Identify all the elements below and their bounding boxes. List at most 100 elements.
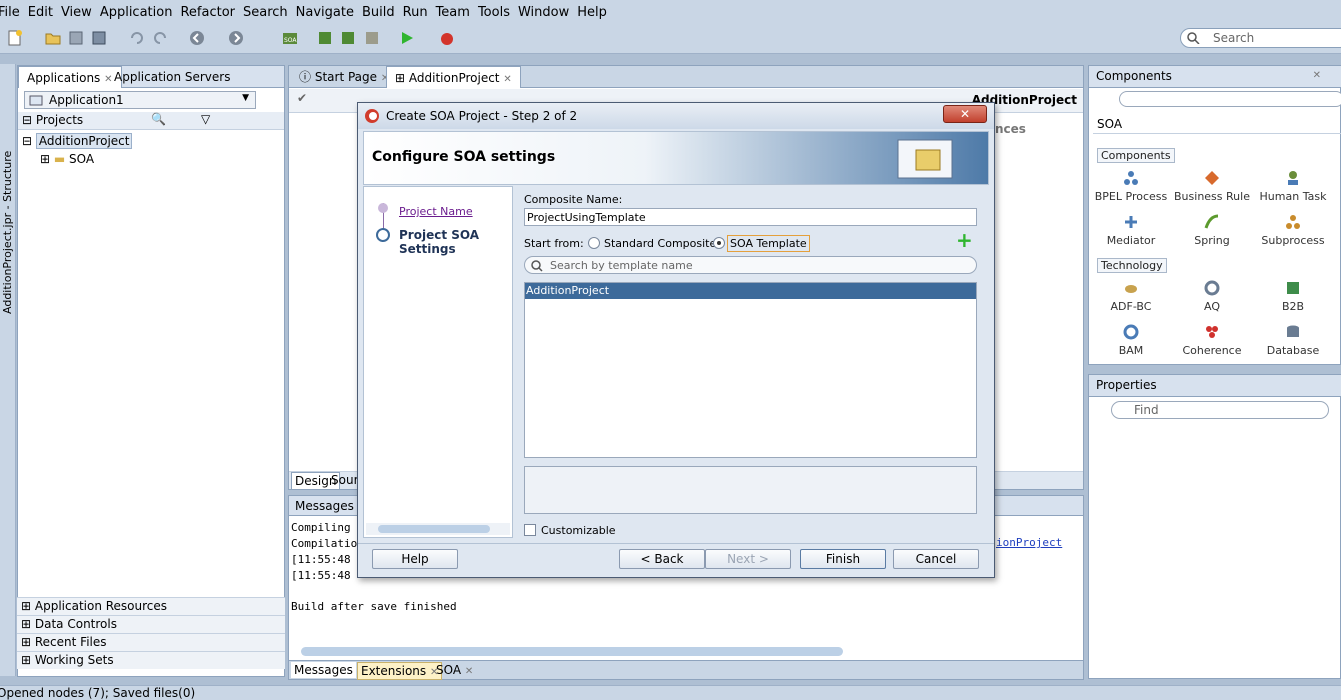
messages-log: Compiling Compilatio [11:55:48 [11:55:48 [291, 521, 358, 582]
template-search-input[interactable]: Search by template name [524, 256, 977, 274]
project-link[interactable]: ionProject [996, 536, 1062, 549]
undo-icon[interactable] [128, 29, 146, 47]
zoom-icon[interactable]: 🔍 [151, 112, 166, 126]
tab-messages[interactable]: Messages [291, 662, 356, 678]
redo-icon[interactable] [151, 29, 169, 47]
radio-soa-template[interactable] [713, 237, 725, 249]
forward-nav-icon[interactable] [227, 29, 245, 47]
next-button[interactable]: Next > [705, 549, 791, 569]
b2b-icon [1287, 282, 1299, 294]
component-subprocess[interactable]: Subprocess [1253, 214, 1333, 247]
template-item-selected[interactable]: AdditionProject [525, 283, 976, 299]
menu-help[interactable]: Help [577, 5, 615, 20]
template-list[interactable]: AdditionProject [524, 282, 977, 458]
menu-view[interactable]: View [61, 5, 100, 20]
close-icon[interactable]: ✕ [1313, 70, 1321, 81]
back-button[interactable]: < Back [619, 549, 705, 569]
menu-tools[interactable]: Tools [478, 5, 518, 20]
menu-edit[interactable]: Edit [28, 5, 61, 20]
finish-button[interactable]: Finish [800, 549, 886, 569]
component-coherence[interactable]: Coherence [1172, 324, 1252, 357]
global-search-input[interactable]: Search [1180, 28, 1341, 48]
component-database[interactable]: Database [1253, 324, 1333, 357]
section-working-sets[interactable]: ⊞ Working Sets [17, 651, 285, 669]
clean-icon[interactable] [363, 29, 381, 47]
radio-standard-composite[interactable] [588, 237, 600, 249]
component-adf-bc[interactable]: ADF-BC [1091, 280, 1171, 313]
soa-template-label[interactable]: SOA Template [727, 235, 810, 252]
customizable-label[interactable]: Customizable [541, 524, 616, 537]
properties-find-input[interactable]: Find [1111, 401, 1329, 419]
menu-window[interactable]: Window [518, 5, 577, 20]
help-button[interactable]: Help [372, 549, 458, 569]
run-icon[interactable] [398, 29, 416, 47]
folder-icon: ▬ [53, 152, 66, 166]
structure-vertical-tab[interactable]: AdditionProject.jpr - Structure [1, 114, 15, 314]
component-bpel-process[interactable]: BPEL Process [1091, 170, 1171, 203]
menu-navigate[interactable]: Navigate [296, 5, 362, 20]
components-panel: Components ✕ SOA Components BPEL Process… [1088, 65, 1341, 365]
cancel-button[interactable]: Cancel [893, 549, 979, 569]
rebuild-icon[interactable] [339, 29, 357, 47]
menu-run[interactable]: Run [403, 5, 436, 20]
business-rule-icon [1205, 171, 1219, 185]
tab-additionproject[interactable]: ⊞ AdditionProject ✕ [386, 66, 521, 88]
tab-soa[interactable]: SOA ✕ [433, 662, 476, 678]
menu-refactor[interactable]: Refactor [180, 5, 243, 20]
human-task-icon [1288, 171, 1298, 185]
menu-build[interactable]: Build [362, 5, 403, 20]
build-status-line: Build after save finished [291, 600, 457, 613]
customizable-checkbox[interactable] [524, 524, 536, 536]
components-filter[interactable]: SOA [1093, 116, 1341, 134]
menu-application[interactable]: Application [100, 5, 181, 20]
components-title: Components [1096, 69, 1172, 83]
folder-graphic-icon [897, 139, 953, 179]
add-template-icon[interactable]: + [956, 230, 973, 250]
svg-text:SOA: SOA [284, 37, 297, 44]
component-b2b[interactable]: B2B [1253, 280, 1333, 313]
projects-header: ⊟ Projects 🔍 ▽ [18, 112, 284, 130]
soa-deploy-icon[interactable]: SOA [281, 29, 299, 47]
tab-source[interactable]: Sour [331, 473, 359, 487]
section-data-controls[interactable]: ⊞ Data Controls [17, 615, 285, 633]
application-selector[interactable]: Application1 ▼ [24, 91, 256, 109]
step-project-name[interactable]: Project Name [399, 205, 473, 218]
component-business-rule[interactable]: Business Rule [1172, 170, 1252, 203]
back-nav-icon[interactable] [188, 29, 206, 47]
section-application-resources[interactable]: ⊞ Application Resources [17, 597, 285, 615]
section-recent-files[interactable]: ⊞ Recent Files [17, 633, 285, 651]
component-spring[interactable]: Spring [1172, 214, 1252, 247]
steps-scrollbar[interactable] [366, 523, 510, 535]
menu-file[interactable]: File [0, 5, 28, 20]
open-folder-icon[interactable] [44, 29, 62, 47]
components-search-input[interactable] [1119, 91, 1341, 107]
tree-node-additionproject[interactable]: ⊟ AdditionProject [22, 132, 133, 150]
group-technology-label: Technology [1097, 258, 1167, 273]
filter-icon[interactable]: ▽ [201, 112, 210, 126]
make-icon[interactable] [316, 29, 334, 47]
new-file-icon[interactable] [6, 29, 24, 47]
dialog-close-button[interactable]: ✕ [943, 105, 987, 123]
horizontal-scrollbar[interactable] [301, 647, 843, 656]
validate-icon[interactable]: ✔ [297, 91, 307, 105]
jdev-app-icon [365, 109, 379, 123]
component-human-task[interactable]: Human Task [1253, 170, 1333, 203]
debug-icon[interactable] [438, 29, 456, 47]
status-text: Opened nodes (7); Saved files(0) [0, 686, 196, 700]
menu-search[interactable]: Search [243, 5, 296, 20]
step-project-soa-settings[interactable]: Project SOA Settings [399, 228, 512, 256]
subprocess-icon [1286, 215, 1300, 229]
composite-name-input[interactable]: ProjectUsingTemplate [524, 208, 977, 226]
standard-composite-label[interactable]: Standard Composite [604, 237, 716, 250]
save-all-icon[interactable] [90, 29, 108, 47]
component-bam[interactable]: BAM [1091, 324, 1171, 357]
tab-extensions[interactable]: Extensions ✕ [357, 662, 443, 680]
save-icon[interactable] [67, 29, 85, 47]
tab-application-servers[interactable]: Application Servers [106, 66, 238, 88]
component-mediator[interactable]: Mediator [1091, 214, 1171, 247]
menu-team[interactable]: Team [436, 5, 478, 20]
tree-node-soa[interactable]: ⊞ ▬ SOA [40, 150, 94, 168]
component-aq[interactable]: AQ [1172, 280, 1252, 313]
tab-start-page[interactable]: ⓘ Start Page ✕ [291, 66, 397, 88]
application-name: Application1 [49, 93, 124, 107]
